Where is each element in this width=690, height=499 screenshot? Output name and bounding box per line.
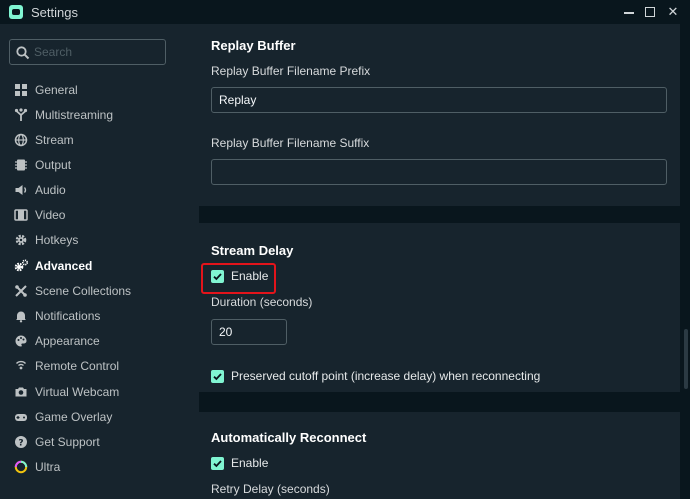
maximize-button[interactable] (641, 3, 659, 21)
sidebar-item-appearance[interactable]: Appearance (14, 331, 194, 351)
question-icon: ? (15, 436, 27, 449)
sidebar-item-output[interactable]: Output (14, 155, 194, 175)
maximize-icon (645, 7, 655, 17)
svg-text:?: ? (18, 439, 23, 449)
auto-reconnect-enable-checkbox[interactable]: Enable (211, 454, 268, 472)
minimize-icon (624, 12, 634, 14)
sidebar-item-label: Notifications (35, 309, 101, 323)
sidebar-item-label: Get Support (35, 435, 100, 449)
checkbox-label: Enable (231, 456, 269, 470)
prefix-label: Replay Buffer Filename Prefix (211, 64, 371, 78)
bell-icon (16, 311, 26, 323)
stream-delay-section: Stream Delay Enable Duration (seconds) P… (199, 223, 680, 392)
suffix-label: Replay Buffer Filename Suffix (211, 136, 370, 150)
sidebar-item-label: General (35, 83, 78, 97)
gear-icon (15, 234, 27, 246)
ultra-icon (14, 460, 28, 474)
scrollbar-thumb[interactable] (684, 329, 688, 389)
sidebar-item-label: Ultra (35, 460, 61, 474)
checkbox-checked-icon (211, 269, 224, 283)
sidebar-item-label: Multistreaming (35, 108, 114, 122)
sidebar-item-virtual-webcam[interactable]: Virtual Webcam (14, 382, 194, 402)
sidebar-item-label: Stream (35, 133, 74, 147)
sidebar-item-audio[interactable]: Audio (14, 180, 194, 200)
checkbox-label: Enable (231, 269, 269, 283)
content-scrollbar[interactable] (683, 24, 689, 499)
replay-buffer-section: Replay Buffer Replay Buffer Filename Pre… (199, 24, 680, 206)
sidebar-item-video[interactable]: Video (14, 205, 194, 225)
sidebar-item-remote-control[interactable]: Remote Control (14, 356, 194, 376)
close-icon: ✕ (667, 4, 679, 19)
sidebar-item-label: Game Overlay (35, 410, 113, 424)
sidebar-item-label: Video (35, 208, 66, 222)
stream-delay-duration-input[interactable] (211, 319, 287, 345)
title-bar: Settings ✕ (0, 0, 690, 24)
sidebar-item-label: Hotkeys (35, 233, 79, 247)
speaker-icon (15, 185, 27, 195)
section-title: Automatically Reconnect (211, 430, 367, 445)
sidebar-item-general[interactable]: General (14, 80, 194, 100)
sidebar-item-notifications[interactable]: Notifications (14, 306, 194, 326)
settings-sidebar: General Multistreaming Stream Output Aud… (0, 24, 199, 499)
sidebar-item-label: Remote Control (35, 359, 120, 373)
checkbox-checked-icon (211, 369, 224, 383)
replay-prefix-input[interactable] (211, 87, 667, 113)
gears-icon (14, 259, 28, 272)
sidebar-item-ultra[interactable]: Ultra (14, 457, 194, 477)
search-box (9, 39, 166, 65)
gamepad-icon (15, 414, 27, 421)
sidebar-item-game-overlay[interactable]: Game Overlay (14, 407, 194, 427)
app-logo-icon (9, 5, 23, 19)
globe-icon (14, 133, 28, 147)
remote-icon (16, 360, 26, 370)
sidebar-item-scene-collections[interactable]: Scene Collections (14, 281, 194, 301)
preserve-cutoff-checkbox[interactable]: Preserved cutoff point (increase delay) … (211, 367, 540, 385)
auto-reconnect-section: Automatically Reconnect Enable Retry Del… (199, 412, 680, 499)
retry-delay-label: Retry Delay (seconds) (211, 482, 330, 496)
sidebar-item-get-support[interactable]: ? Get Support (14, 432, 194, 452)
camera-icon (15, 387, 27, 397)
sidebar-item-stream[interactable]: Stream (14, 130, 194, 150)
sidebar-item-hotkeys[interactable]: Hotkeys (14, 230, 194, 250)
replay-suffix-input[interactable] (211, 159, 667, 185)
duration-label: Duration (seconds) (211, 295, 313, 309)
sidebar-item-multistreaming[interactable]: Multistreaming (14, 105, 194, 125)
chip-icon (15, 159, 27, 171)
sliders-icon (15, 285, 27, 297)
film-icon (14, 209, 28, 221)
window-title: Settings (31, 5, 78, 20)
sidebar-item-label: Scene Collections (35, 284, 132, 298)
grid-icon (15, 84, 27, 96)
close-button[interactable]: ✕ (664, 3, 682, 21)
fork-icon (14, 108, 28, 121)
section-title: Stream Delay (211, 243, 294, 258)
section-title: Replay Buffer (211, 38, 296, 53)
palette-icon (15, 335, 27, 347)
sidebar-item-label: Output (35, 158, 72, 172)
sidebar-item-label: Advanced (35, 259, 93, 273)
checkbox-label: Preserved cutoff point (increase delay) … (231, 369, 541, 383)
checkbox-checked-icon (211, 456, 224, 470)
minimize-button[interactable] (620, 3, 638, 21)
sidebar-item-label: Audio (35, 183, 66, 197)
sidebar-item-label: Appearance (35, 334, 100, 348)
sidebar-item-label: Virtual Webcam (35, 385, 120, 399)
search-icon (16, 46, 30, 60)
sidebar-item-advanced[interactable]: Advanced (14, 256, 194, 276)
stream-delay-enable-checkbox[interactable]: Enable (211, 267, 268, 285)
search-input[interactable] (34, 42, 162, 62)
settings-content: Replay Buffer Replay Buffer Filename Pre… (199, 24, 690, 499)
